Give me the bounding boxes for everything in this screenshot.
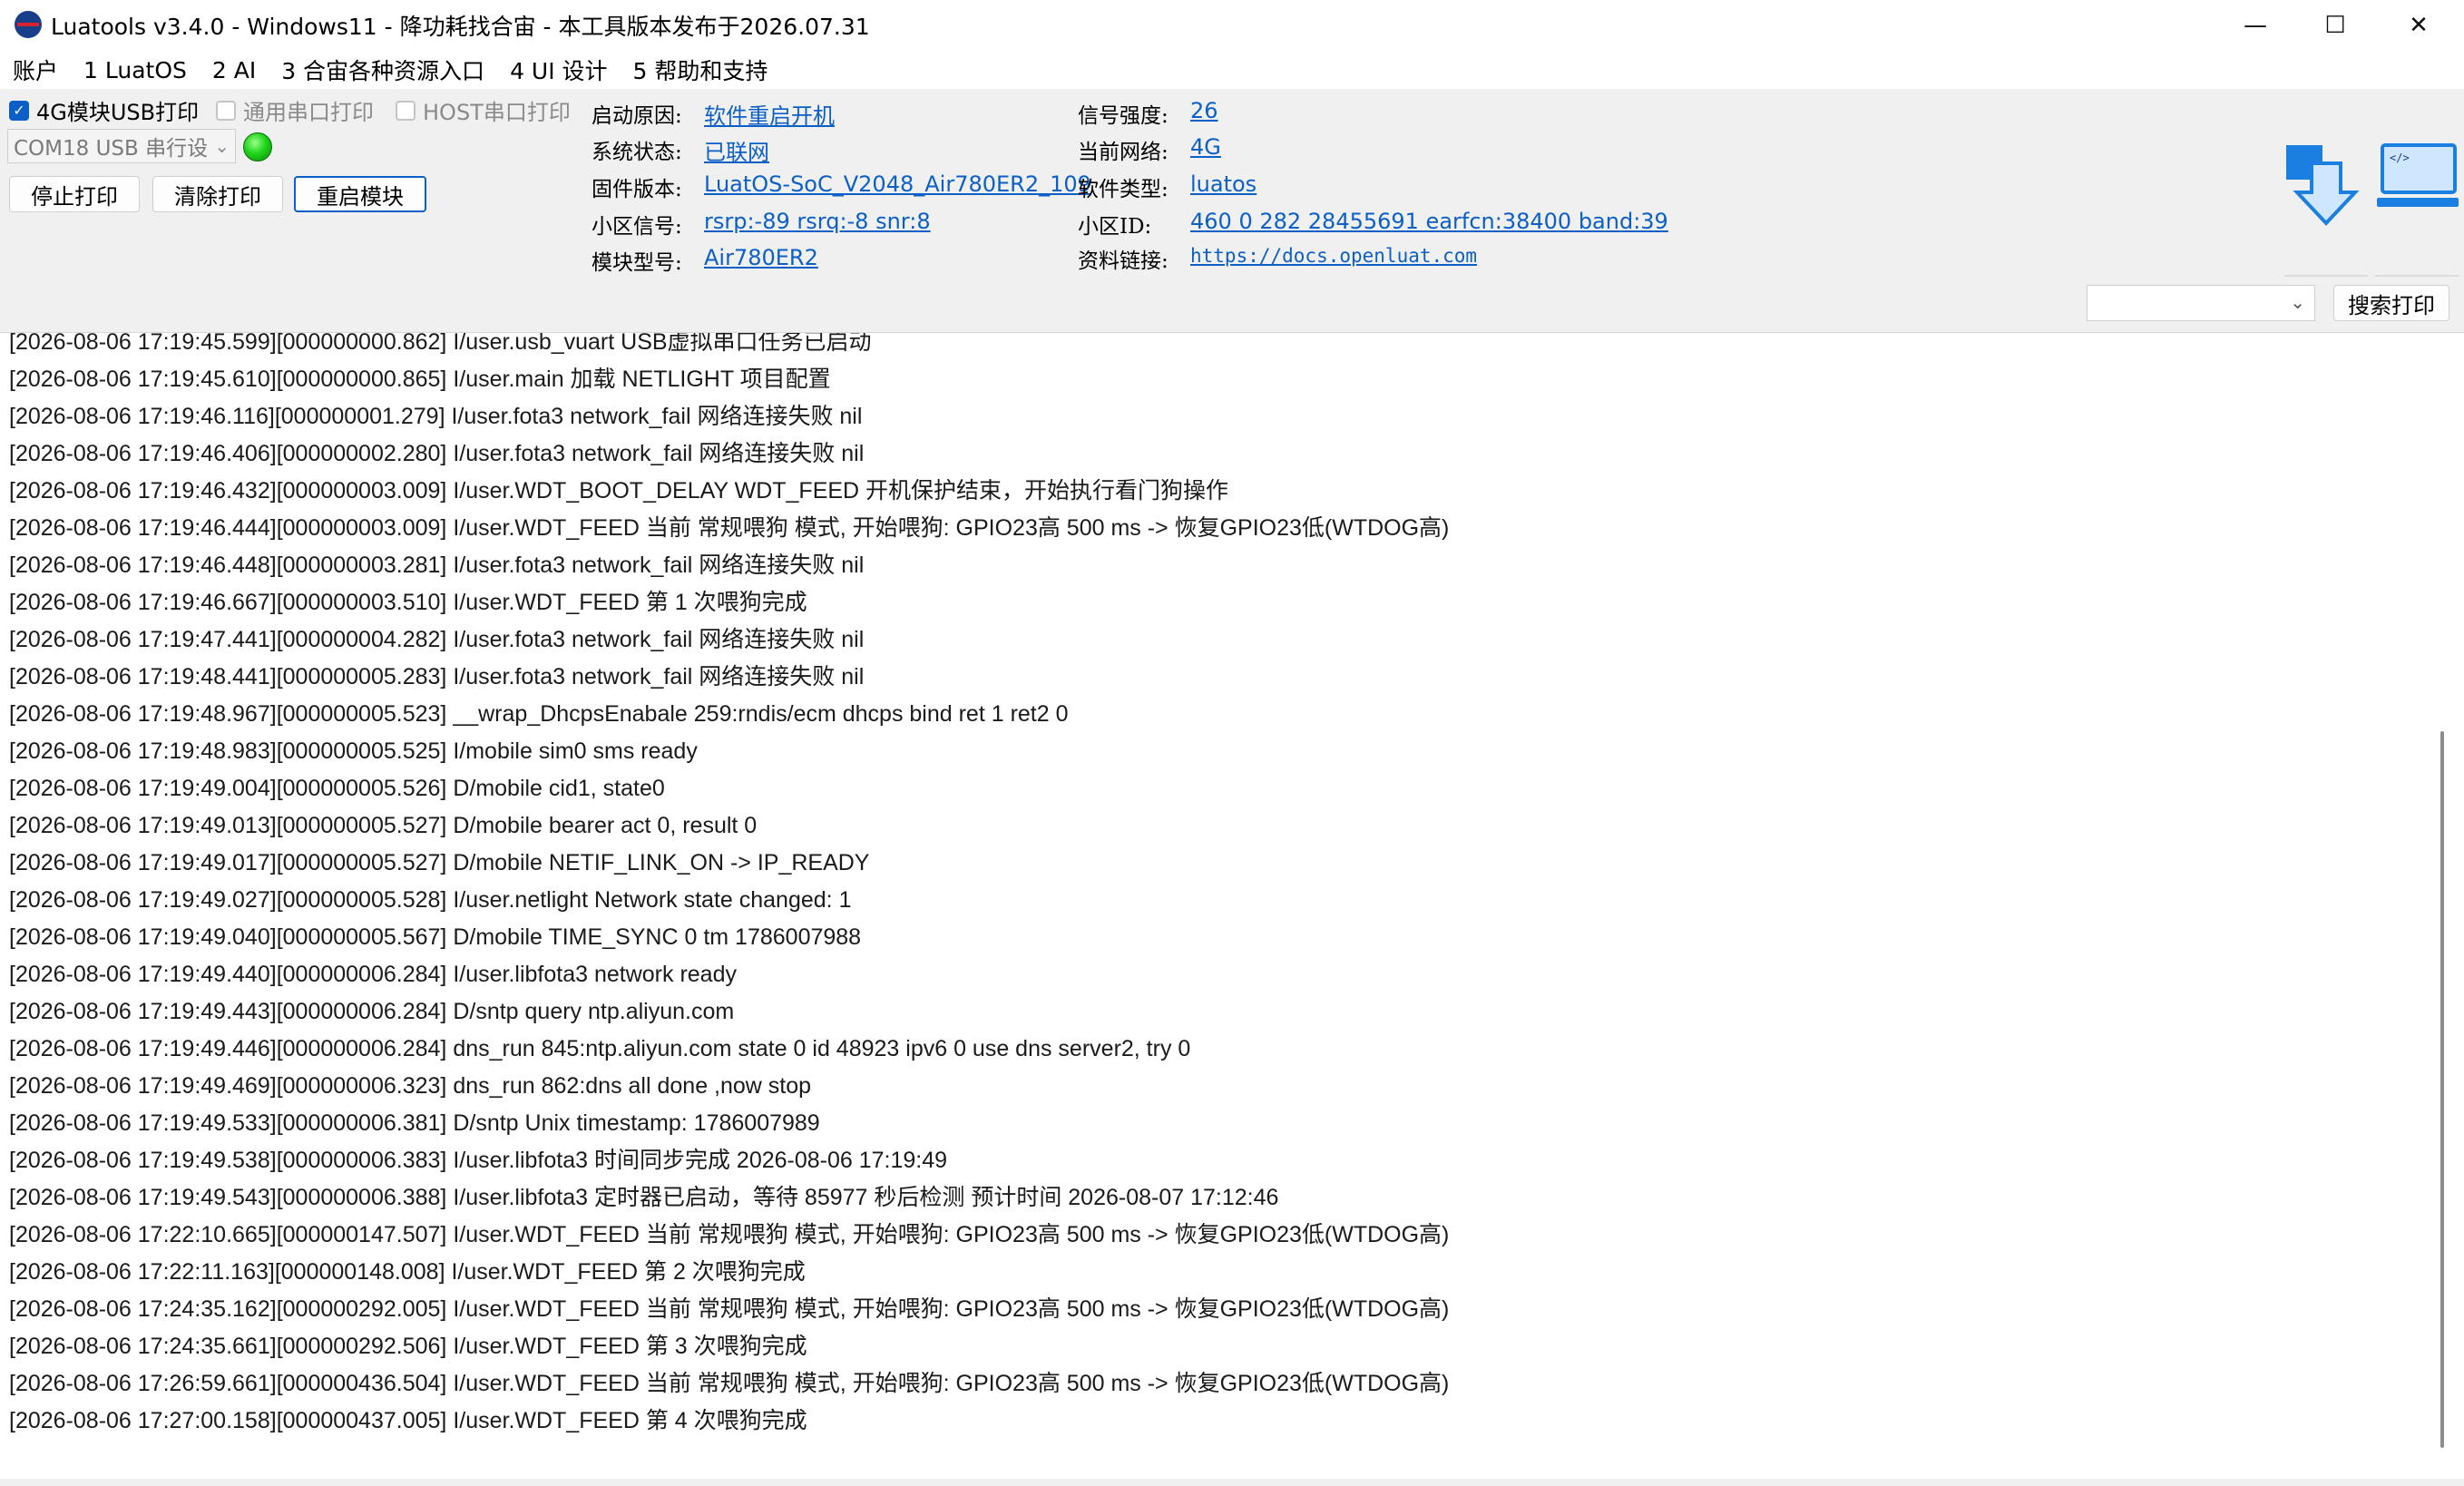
minimize-button[interactable]: — xyxy=(2214,0,2297,51)
chevron-down-icon: ⌄ xyxy=(214,135,230,157)
system-status-value[interactable]: 已联网 xyxy=(704,134,769,166)
svg-text:</>: </> xyxy=(2390,152,2410,164)
log-line: [2026-08-06 17:19:49.469][000000006.323]… xyxy=(9,1073,812,1099)
module-value[interactable]: Air780ER2 xyxy=(704,245,818,270)
system-status-label: 系统状态: xyxy=(592,141,682,164)
log-line: [2026-08-06 17:19:49.017][000000005.527]… xyxy=(9,850,870,875)
title-bar: Luatools v3.4.0 - Windows11 - 降功耗找合宙 - 本… xyxy=(0,0,2464,51)
log-line: [2026-08-06 17:19:46.667][000000003.510]… xyxy=(9,590,807,615)
cell-id-value[interactable]: 460 0 282 28455691 earfcn:38400 band:39 xyxy=(1190,209,1668,234)
log-line: [2026-08-06 17:22:11.163][000000148.008]… xyxy=(9,1259,806,1285)
log-line: [2026-08-06 17:19:45.610][000000000.865]… xyxy=(9,367,831,392)
menu-help[interactable]: 5 帮助和支持 xyxy=(633,54,768,86)
green-led-icon xyxy=(243,132,272,161)
log-scrollbar[interactable] xyxy=(2440,731,2444,1448)
stop-print-button[interactable]: 停止打印 xyxy=(9,176,140,212)
log-line: [2026-08-06 17:19:46.444][000000003.009]… xyxy=(9,515,1450,541)
log-line: [2026-08-06 17:19:48.967][000000005.523]… xyxy=(9,701,1069,727)
menu-resources[interactable]: 3 合宙各种资源入口 xyxy=(281,54,484,86)
log-line: [2026-08-06 17:19:49.040][000000005.567]… xyxy=(9,924,862,950)
docs-link[interactable]: https://docs.openluat.com xyxy=(1190,245,1477,267)
log-line: [2026-08-06 17:19:48.441][000000005.283]… xyxy=(9,664,865,689)
status-strip xyxy=(0,1479,2464,1486)
generic-serial-checkbox[interactable]: 通用串口打印 xyxy=(216,94,374,126)
menu-bar: 账户 1 LuatOS 2 AI 3 合宙各种资源入口 4 UI 设计 5 帮助… xyxy=(0,51,2464,89)
log-line: [2026-08-06 17:19:46.406][000000002.280]… xyxy=(9,441,865,466)
checkmark-icon: ✓ xyxy=(9,100,29,121)
log-line: [2026-08-06 17:24:35.661][000000292.506]… xyxy=(9,1334,807,1359)
generic-serial-label: 通用串口打印 xyxy=(243,100,374,125)
search-filter-select[interactable]: ⌄ xyxy=(2087,285,2315,321)
log-line: [2026-08-06 17:19:49.004][000000005.526]… xyxy=(9,776,665,801)
log-line: [2026-08-06 17:19:49.013][000000005.527]… xyxy=(9,813,758,838)
log-line: [2026-08-06 17:19:49.446][000000006.284]… xyxy=(9,1036,1191,1061)
log-line: [2026-08-06 17:19:49.538][000000006.383]… xyxy=(9,1148,948,1173)
log-line: [2026-08-06 17:19:46.432][000000003.009]… xyxy=(9,478,1229,503)
menu-luatos[interactable]: 1 LuatOS xyxy=(83,57,187,83)
menu-ui-design[interactable]: 4 UI 设计 xyxy=(510,54,607,86)
log-lines: [2026-08-06 17:19:45.599][000000000.862]… xyxy=(9,332,1450,1440)
software-type-label: 软件类型: xyxy=(1078,178,1168,201)
maximize-button[interactable]: ☐ xyxy=(2293,0,2377,51)
log-line: [2026-08-06 17:27:00.158][000000437.005]… xyxy=(9,1408,807,1433)
log-line: [2026-08-06 17:22:10.665][000000147.507]… xyxy=(9,1222,1450,1247)
log-line: [2026-08-06 17:19:49.543][000000006.388]… xyxy=(9,1185,1279,1210)
signal-strength-label: 信号强度: xyxy=(1078,104,1168,128)
host-serial-label: HOST串口打印 xyxy=(423,100,571,125)
usb-print-checkbox[interactable]: ✓ 4G模块USB打印 xyxy=(9,94,199,126)
firmware-label: 固件版本: xyxy=(592,178,682,201)
log-line: [2026-08-06 17:19:49.440][000000006.284]… xyxy=(9,962,737,987)
network-label: 当前网络: xyxy=(1078,141,1168,164)
menu-ai[interactable]: 2 AI xyxy=(212,57,256,83)
host-serial-checkbox[interactable]: HOST串口打印 xyxy=(396,94,571,126)
cell-id-label: 小区ID: xyxy=(1078,215,1152,239)
cell-signal-value[interactable]: rsrp:-89 rsrq:-8 snr:8 xyxy=(704,209,931,234)
log-line: [2026-08-06 17:24:35.162][000000292.005]… xyxy=(9,1296,1450,1322)
control-panel: ✓ 4G模块USB打印 通用串口打印 HOST串口打印 COM18 USB 串行… xyxy=(0,89,2464,332)
log-line: [2026-08-06 17:19:49.443][000000006.284]… xyxy=(9,999,735,1024)
restart-module-button[interactable]: 重启模块 xyxy=(294,176,426,212)
boot-reason-label: 启动原因: xyxy=(592,104,682,128)
log-line: [2026-08-06 17:19:47.441][000000004.282]… xyxy=(9,627,865,652)
log-line: [2026-08-06 17:19:46.448][000000003.281]… xyxy=(9,552,865,578)
firmware-value[interactable]: LuatOS-SoC_V2048_Air780ER2_109 xyxy=(704,171,1091,197)
log-line: [2026-08-06 17:19:45.599][000000000.862]… xyxy=(9,332,872,355)
luatools-logo-icon xyxy=(15,11,42,38)
module-label: 模块型号: xyxy=(592,251,682,275)
close-button[interactable]: ✕ xyxy=(2377,0,2460,51)
log-output[interactable]: [2026-08-06 17:19:45.599][000000000.862]… xyxy=(0,332,2464,1479)
log-line: [2026-08-06 17:19:49.533][000000006.381]… xyxy=(9,1110,820,1136)
window-title: Luatools v3.4.0 - Windows11 - 降功耗找合宙 - 本… xyxy=(51,14,870,40)
boot-reason-value[interactable]: 软件重启开机 xyxy=(704,98,835,130)
signal-strength-value[interactable]: 26 xyxy=(1190,98,1218,123)
chevron-down-icon: ⌄ xyxy=(2290,291,2305,313)
docs-label: 资料链接: xyxy=(1078,249,1168,273)
log-line: [2026-08-06 17:26:59.661][000000436.504]… xyxy=(9,1371,1450,1396)
clear-print-button[interactable]: 清除打印 xyxy=(152,176,283,212)
search-print-button[interactable]: 搜索打印 xyxy=(2333,285,2449,321)
log-line: [2026-08-06 17:19:46.116][000000001.279]… xyxy=(9,404,863,429)
port-select-value: COM18 USB 串行设 xyxy=(14,137,209,161)
software-type-value[interactable]: luatos xyxy=(1190,171,1256,197)
log-line: [2026-08-06 17:19:49.027][000000005.528]… xyxy=(9,887,852,913)
usb-print-label: 4G模块USB打印 xyxy=(36,100,200,125)
network-value[interactable]: 4G xyxy=(1190,134,1221,160)
cell-signal-label: 小区信号: xyxy=(592,215,682,239)
log-line: [2026-08-06 17:19:48.983][000000005.525]… xyxy=(9,738,698,764)
menu-account[interactable]: 账户 xyxy=(13,54,58,86)
port-select[interactable]: COM18 USB 串行设 ⌄ xyxy=(7,129,236,163)
